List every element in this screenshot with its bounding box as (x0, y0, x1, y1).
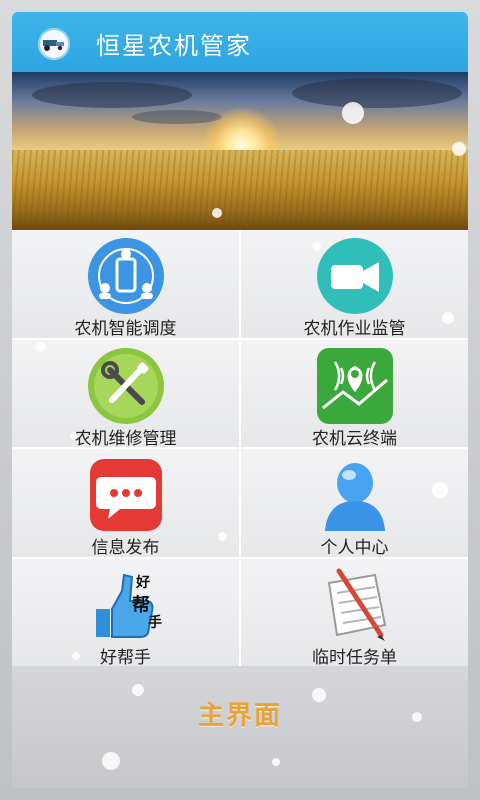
menu-item-label: 农机维修管理 (74, 428, 177, 449)
snowflake (312, 242, 321, 251)
video-camera-icon (316, 238, 393, 314)
menu-item-label: 农机作业监管 (303, 319, 406, 339)
menu-item-news[interactable]: 信息发布 (12, 449, 239, 558)
svg-text:好: 好 (135, 574, 150, 591)
svg-text:手: 手 (148, 614, 162, 631)
notepad-pencil-icon (327, 568, 386, 641)
snowflake (212, 208, 222, 218)
user-icon (324, 463, 385, 531)
snowflake (342, 102, 364, 124)
menu-item-helper[interactable]: 好 帮 手 好帮手 (12, 558, 239, 668)
wrench-screwdriver-icon (87, 347, 164, 424)
snowflake (70, 432, 78, 440)
chat-bubble-icon (89, 459, 162, 531)
wheat-field (12, 150, 468, 230)
bottom-bar: 主界面 (12, 666, 468, 788)
svg-text:帮: 帮 (132, 594, 150, 616)
dispatch-icon (87, 238, 164, 314)
menu-item-label: 临时任务单 (312, 647, 397, 668)
menu-item-monitor[interactable]: 农机作业监管 (241, 230, 468, 339)
main-screen-button[interactable]: 主界面 (180, 696, 300, 736)
menu-item-temp-task[interactable]: 临时任务单 (241, 558, 468, 668)
tractor-icon (38, 28, 70, 60)
menu-item-label: 个人中心 (320, 538, 389, 558)
snowflake (72, 652, 80, 660)
menu-item-label: 好帮手 (100, 647, 151, 668)
snowflake (312, 688, 326, 702)
menu-grid: 农机智能调度 农机作业监管 农机维修管理 农机云终端 信息发布 个人中心 好 帮… (12, 230, 468, 668)
menu-item-dispatch[interactable]: 农机智能调度 (12, 230, 239, 339)
snowflake (218, 532, 227, 541)
snowflake (452, 142, 466, 156)
snowflake (272, 758, 280, 766)
app-header: 恒星农机管家 (12, 12, 468, 72)
menu-item-label: 农机云终端 (312, 428, 397, 449)
app-title: 恒星农机管家 (96, 32, 252, 60)
menu-item-label: 信息发布 (91, 538, 160, 558)
snowflake (102, 752, 120, 770)
snowflake (432, 482, 448, 498)
menu-item-label: 农机智能调度 (74, 319, 177, 339)
snowflake (36, 342, 46, 352)
snowflake (442, 312, 454, 324)
thumbs-up-icon: 好 帮 手 (95, 573, 162, 638)
snowflake (132, 684, 144, 696)
menu-item-profile[interactable]: 个人中心 (241, 449, 468, 558)
banner-image (12, 72, 468, 230)
menu-item-repair[interactable]: 农机维修管理 (12, 339, 239, 449)
app-screen: 恒星农机管家 农机智能调度 农机作业监管 农机维修管理 农机云终端 信息发布 个… (12, 12, 468, 788)
location-signal-icon (316, 347, 393, 424)
menu-item-cloud-terminal[interactable]: 农机云终端 (241, 339, 468, 449)
snowflake (412, 712, 422, 722)
